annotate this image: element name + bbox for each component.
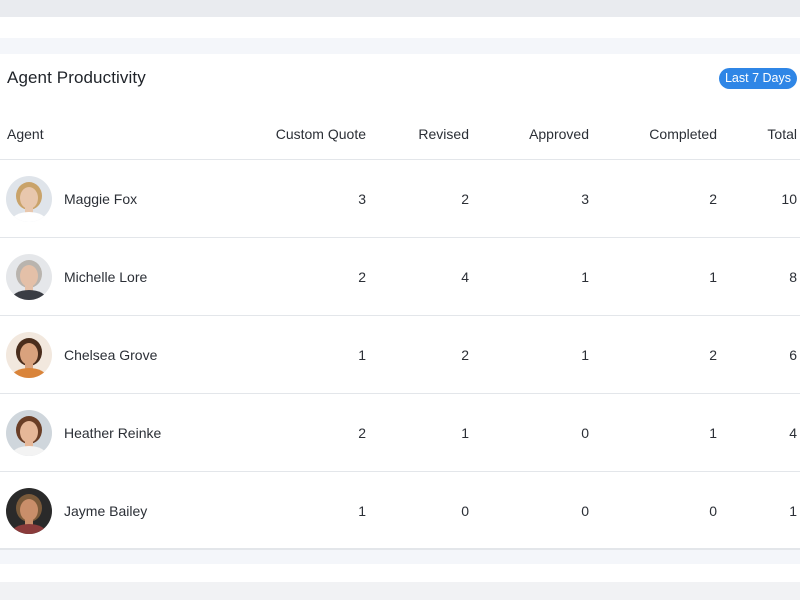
table-row[interactable]: Michelle Lore 2 4 1 1 8 <box>0 238 800 316</box>
top-band <box>0 0 800 17</box>
date-range-badge[interactable]: Last 7 Days <box>719 68 797 89</box>
custom-quote-count: 1 <box>358 503 366 519</box>
completed-count: 1 <box>709 269 717 285</box>
table-header: Agent Custom Quote Revised Approved Comp… <box>0 108 800 160</box>
table-row[interactable]: Chelsea Grove 1 2 1 2 6 <box>0 316 800 394</box>
custom-quote-count: 2 <box>358 425 366 441</box>
revised-count: 4 <box>461 269 469 285</box>
total-count: 1 <box>789 503 797 519</box>
column-header-custom-quote[interactable]: Custom Quote <box>276 126 366 142</box>
avatar <box>6 176 52 222</box>
approved-count: 1 <box>581 347 589 363</box>
avatar <box>6 332 52 378</box>
agent-name[interactable]: Jayme Bailey <box>64 503 147 519</box>
card-footer <box>0 550 800 564</box>
revised-count: 1 <box>461 425 469 441</box>
agent-name[interactable]: Maggie Fox <box>64 191 137 207</box>
completed-count: 2 <box>709 191 717 207</box>
custom-quote-count: 1 <box>358 347 366 363</box>
table-body: Maggie Fox 3 2 3 2 10 Michelle Lore 2 4 … <box>0 160 800 550</box>
avatar <box>6 254 52 300</box>
table-row[interactable]: Maggie Fox 3 2 3 2 10 <box>0 160 800 238</box>
total-count: 4 <box>789 425 797 441</box>
card-title: Agent Productivity <box>7 68 146 87</box>
avatar <box>6 410 52 456</box>
column-header-agent[interactable]: Agent <box>7 126 44 142</box>
column-header-approved[interactable]: Approved <box>529 126 589 142</box>
revised-count: 2 <box>461 347 469 363</box>
agent-name[interactable]: Heather Reinke <box>64 425 161 441</box>
agent-productivity-card: Agent Productivity Last 7 Days Agent Cus… <box>0 54 800 550</box>
band-light <box>0 17 800 38</box>
custom-quote-count: 2 <box>358 269 366 285</box>
agent-name[interactable]: Chelsea Grove <box>64 347 157 363</box>
column-header-completed[interactable]: Completed <box>649 126 717 142</box>
table-row[interactable]: Heather Reinke 2 1 0 1 4 <box>0 394 800 472</box>
revised-count: 2 <box>461 191 469 207</box>
total-count: 8 <box>789 269 797 285</box>
column-header-total[interactable]: Total <box>767 126 797 142</box>
completed-count: 0 <box>709 503 717 519</box>
approved-count: 0 <box>581 503 589 519</box>
approved-count: 0 <box>581 425 589 441</box>
approved-count: 1 <box>581 269 589 285</box>
revised-count: 0 <box>461 503 469 519</box>
bottom-band <box>0 564 800 582</box>
band-gray <box>0 38 800 54</box>
column-header-revised[interactable]: Revised <box>418 126 469 142</box>
total-count: 10 <box>781 191 797 207</box>
completed-count: 2 <box>709 347 717 363</box>
table-row[interactable]: Jayme Bailey 1 0 0 0 1 <box>0 472 800 550</box>
bottom-band-lower <box>0 582 800 600</box>
approved-count: 3 <box>581 191 589 207</box>
custom-quote-count: 3 <box>358 191 366 207</box>
total-count: 6 <box>789 347 797 363</box>
completed-count: 1 <box>709 425 717 441</box>
avatar <box>6 488 52 534</box>
agent-name[interactable]: Michelle Lore <box>64 269 147 285</box>
